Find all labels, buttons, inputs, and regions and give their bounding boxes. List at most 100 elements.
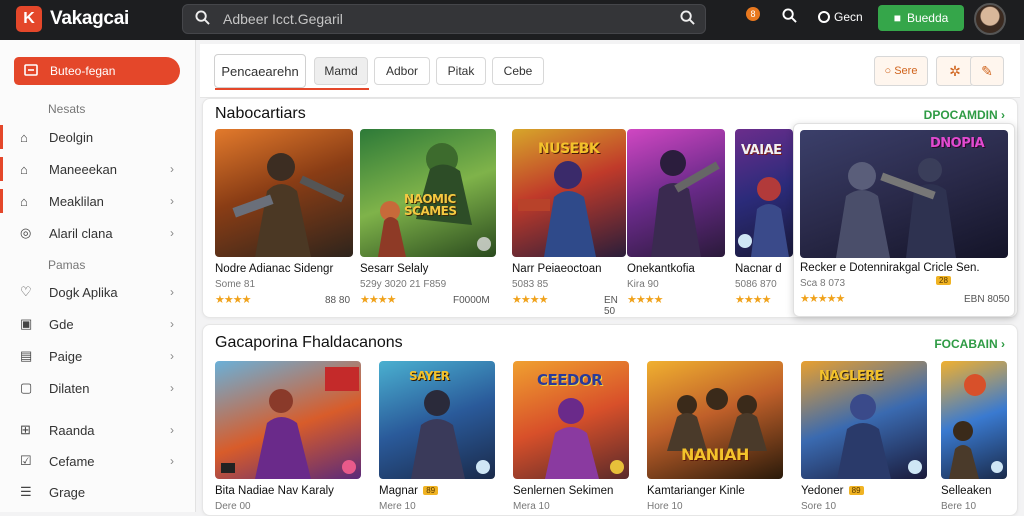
- sidebar-item-label: Dilaten: [49, 380, 90, 396]
- rating-stars: ★★★★: [215, 294, 251, 306]
- check-icon: ☑: [20, 453, 32, 468]
- tab-bar: Pencaearehn Mamd Adbor Pitak Cebe ○ Sere…: [200, 44, 1020, 98]
- game-card[interactable]: VAIAE Nacnar d 5086 870 ★★★★: [735, 129, 793, 314]
- sidebar-item[interactable]: ♡ Dogk Aplika ›: [0, 278, 196, 306]
- quick-search-icon[interactable]: [782, 8, 797, 27]
- sidebar-item[interactable]: ▢ Dilaten ›: [0, 374, 196, 402]
- tab[interactable]: Pitak: [436, 57, 486, 85]
- game-thumbnail: NUSEBK: [512, 129, 626, 257]
- game-thumbnail: [215, 361, 361, 479]
- search-submit-icon[interactable]: [680, 10, 695, 29]
- game-card-featured[interactable]: DNOPIA Recker e Dotennirakgal Cricle Sen…: [793, 123, 1015, 317]
- game-art-text: NAOMIC SCAMES: [404, 192, 457, 218]
- sidebar-item-label: Paige: [49, 348, 83, 364]
- game-price: 88 80: [325, 295, 351, 306]
- game-meta: Sca 8 073: [800, 278, 846, 289]
- game-meta: Bere 10: [941, 501, 977, 512]
- info-icon: ◎: [20, 225, 32, 240]
- game-card[interactable]: NAGLERE Yedoner 89 Sore 10: [801, 361, 929, 512]
- list-icon: ☰: [20, 484, 32, 499]
- game-title: Nodre Adianac Sidengr: [215, 263, 334, 275]
- chevron-right-icon: ›: [170, 349, 174, 363]
- game-card[interactable]: NAOMIC SCAMES Sesarr Selaly 529y 3020 21…: [360, 129, 500, 314]
- plus-icon: ■: [893, 11, 901, 25]
- sidebar-cta-button[interactable]: Buteo-fegan: [14, 57, 180, 85]
- search-input[interactable]: [223, 10, 653, 28]
- sign-in-label: Gecn: [834, 10, 863, 24]
- game-title: Narr Peiaeoctoan: [512, 263, 602, 275]
- sign-in-link[interactable]: Gecn: [818, 10, 863, 24]
- tab[interactable]: Mamd: [314, 57, 368, 85]
- sidebar-item[interactable]: ⊞ Raanda ›: [0, 416, 196, 444]
- sidebar-cta-label: Buteo-fegan: [50, 64, 116, 78]
- game-title: Recker e Dotennirakgal Cricle Sen.: [800, 262, 980, 274]
- app-title: Vakagcai: [50, 8, 129, 29]
- game-card[interactable]: Selleaken Bere 10: [941, 361, 1011, 512]
- app-logo[interactable]: K Vakagcai: [16, 6, 129, 32]
- sort-button[interactable]: ○ Sere: [874, 56, 928, 86]
- user-circle-icon: [818, 11, 830, 23]
- game-art-text: DNOPIA: [930, 136, 985, 151]
- see-all-link[interactable]: DPOCAMDIN ›: [924, 108, 1005, 122]
- game-thumbnail: NAOMIC SCAMES: [360, 129, 496, 257]
- sidebar-item[interactable]: ▣ Gde ›: [0, 310, 196, 338]
- grid-icon: ⊞: [20, 422, 31, 437]
- game-thumbnail: [215, 129, 353, 257]
- search-bar[interactable]: [182, 4, 706, 34]
- sidebar-item[interactable]: ☰ Grage: [0, 478, 196, 506]
- top-bar: K Vakagcai 8 Gecn ■ Buedda: [0, 0, 1024, 40]
- gear-icon: ✲: [949, 62, 961, 79]
- game-card[interactable]: SAYER Magnar 89 Mere 10: [379, 361, 497, 512]
- game-thumbnail: CEEDOR: [513, 361, 629, 479]
- search-icon: ○: [884, 65, 892, 77]
- chevron-right-icon: ›: [170, 162, 174, 176]
- sidebar-item[interactable]: ⌂ Maneeekan ›: [0, 155, 196, 183]
- sidebar: Buteo-fegan Nesats ⌂ Deolgin ⌂ Maneeekan…: [0, 40, 196, 512]
- edit-button[interactable]: ✎: [970, 56, 1004, 86]
- section-title: Gacaporina Fhaldacanons: [215, 334, 403, 351]
- notification-badge[interactable]: 8: [746, 7, 760, 21]
- game-card[interactable]: Nodre Adianac Sidengr Some 81 ★★★★ 88 80: [215, 129, 355, 314]
- game-title: Onekantkofia: [627, 263, 695, 275]
- game-card[interactable]: CEEDOR Senlernen Sekimen Mera 10: [513, 361, 631, 512]
- settings-button[interactable]: ✲: [936, 56, 974, 86]
- rating-stars: ★★★★: [627, 294, 663, 306]
- game-art-text: SAYER: [409, 369, 450, 383]
- tab[interactable]: Adbor: [374, 57, 430, 85]
- game-thumbnail: [941, 361, 1007, 479]
- game-title: Magnar 89: [379, 485, 495, 497]
- see-all-link[interactable]: FOCABAIN ›: [934, 337, 1005, 351]
- game-price: EBN 8050: [964, 294, 1010, 305]
- game-card[interactable]: Onekantkofia Kira 90 ★★★★: [627, 129, 725, 314]
- tab-active[interactable]: Pencaearehn: [214, 54, 369, 90]
- tab[interactable]: Cebe: [492, 57, 544, 85]
- sidebar-item[interactable]: ⌂ Meaklilan ›: [0, 187, 196, 215]
- game-art-text: NAGLERE: [819, 369, 884, 384]
- rating-stars: ★★★★: [360, 294, 396, 306]
- sidebar-item-label: Dogk Aplika: [49, 284, 118, 300]
- game-price: F0000M: [453, 295, 490, 306]
- game-card[interactable]: NUSEBK Narr Peiaeoctoan 5083 85 ★★★★ EN …: [512, 129, 627, 317]
- game-meta: Mere 10: [379, 501, 416, 512]
- game-title: Kamtarianger Kinle: [647, 485, 745, 497]
- game-title: Sesarr Selaly: [360, 263, 429, 275]
- sort-label: Sere: [894, 65, 918, 77]
- avatar[interactable]: [974, 3, 1006, 35]
- game-title: Selleaken: [941, 485, 992, 497]
- game-card[interactable]: NANIAH Kamtarianger Kinle Hore 10: [647, 361, 785, 512]
- chevron-right-icon: ›: [170, 381, 174, 395]
- game-card[interactable]: Bita Nadiae Nav Karaly Dere 00: [215, 361, 363, 512]
- primary-cta-button[interactable]: ■ Buedda: [878, 5, 964, 31]
- sidebar-item[interactable]: ▤ Paige ›: [0, 342, 196, 370]
- game-meta: Some 81: [215, 279, 256, 290]
- game-thumbnail: SAYER: [379, 361, 495, 479]
- heart-icon: ♡: [20, 284, 32, 299]
- box-icon: ▣: [20, 316, 33, 331]
- sidebar-section-heading: Nesats: [48, 102, 86, 116]
- chevron-right-icon: ›: [170, 194, 174, 208]
- sidebar-item[interactable]: ☑ Cefame ›: [0, 447, 196, 475]
- sidebar-item[interactable]: ◎ Alaril clana ›: [0, 219, 196, 247]
- sidebar-item[interactable]: ⌂ Deolgin: [0, 123, 196, 151]
- game-title: Yedoner 89: [801, 485, 927, 497]
- sidebar-item-label: Maneeekan: [49, 161, 117, 177]
